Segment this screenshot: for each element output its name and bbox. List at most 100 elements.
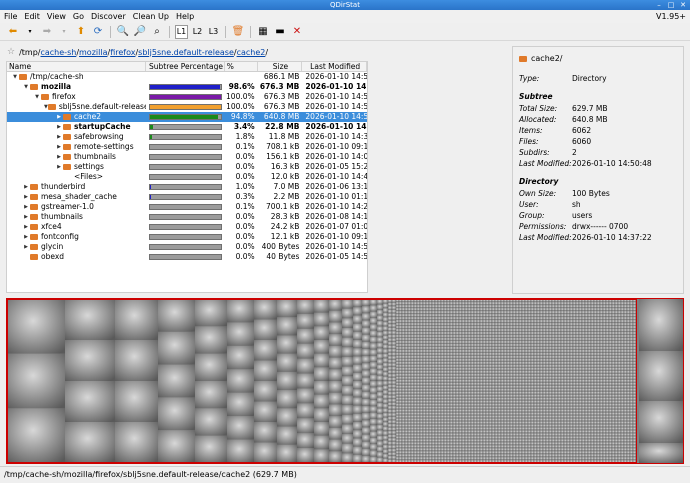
treemap-tile[interactable] <box>474 325 477 329</box>
treemap-tile[interactable] <box>483 301 486 305</box>
treemap-tile[interactable] <box>615 310 618 314</box>
treemap-tile[interactable] <box>435 418 438 422</box>
treemap-tile[interactable] <box>555 400 558 404</box>
treemap-tile[interactable] <box>594 394 597 398</box>
treemap-tile[interactable] <box>630 427 633 431</box>
treemap-tile[interactable] <box>489 337 492 341</box>
treemap-tile[interactable] <box>552 346 555 350</box>
treemap-tile[interactable] <box>519 328 522 332</box>
treemap-tile[interactable] <box>441 409 444 413</box>
tree-row[interactable]: ▶ mesa_shader_cache 0.3% 2.2 MB 2026-01-10 0… <box>7 192 367 202</box>
treemap-tile[interactable] <box>507 415 510 419</box>
treemap-tile[interactable] <box>465 418 468 422</box>
treemap-tile[interactable] <box>579 382 582 386</box>
treemap-tile[interactable] <box>624 337 627 341</box>
treemap-tile[interactable] <box>561 418 564 422</box>
treemap-tile[interactable] <box>609 379 612 383</box>
treemap-tile[interactable] <box>423 349 426 353</box>
treemap-tile[interactable] <box>591 307 594 311</box>
treemap-tile[interactable] <box>486 307 489 311</box>
treemap-tile[interactable] <box>489 355 492 359</box>
treemap-tile[interactable] <box>591 427 594 431</box>
treemap-tile[interactable] <box>633 325 636 329</box>
treemap-tile[interactable] <box>513 439 516 443</box>
treemap-tile[interactable] <box>513 376 516 380</box>
treemap-tile[interactable] <box>591 340 594 344</box>
treemap-tile[interactable] <box>453 382 456 386</box>
treemap-tile[interactable] <box>612 451 615 455</box>
treemap-tile[interactable] <box>624 379 627 383</box>
treemap-tile[interactable] <box>540 307 543 311</box>
treemap-tile[interactable] <box>516 346 519 350</box>
treemap-tile[interactable] <box>582 304 585 308</box>
treemap-tile[interactable] <box>474 457 477 461</box>
treemap-tile[interactable] <box>447 394 450 398</box>
treemap-tile[interactable] <box>474 331 477 335</box>
treemap-tile[interactable] <box>392 398 396 403</box>
treemap-tile[interactable] <box>411 394 414 398</box>
treemap-tile[interactable] <box>392 388 396 392</box>
treemap-tile[interactable] <box>342 453 353 463</box>
treemap-tile[interactable] <box>576 451 579 455</box>
treemap-tile[interactable] <box>552 310 555 314</box>
treemap-tile[interactable] <box>624 310 627 314</box>
expand-arrow-icon[interactable]: ▶ <box>55 142 63 152</box>
treemap-tile[interactable] <box>594 403 597 407</box>
treemap-tile[interactable] <box>450 340 453 344</box>
treemap-tile[interactable] <box>612 436 615 440</box>
treemap-tile[interactable] <box>546 439 549 443</box>
treemap-tile[interactable] <box>388 327 392 332</box>
treemap-tile[interactable] <box>405 445 408 449</box>
treemap-tile[interactable] <box>513 313 516 317</box>
treemap-tile[interactable] <box>594 421 597 425</box>
treemap-tile[interactable] <box>468 334 471 338</box>
treemap-tile[interactable] <box>447 316 450 320</box>
treemap-tile[interactable] <box>615 388 618 392</box>
breadcrumb-firefox[interactable]: firefox <box>110 48 135 57</box>
treemap-tile[interactable] <box>501 373 504 377</box>
treemap-tile[interactable] <box>627 412 630 416</box>
treemap-tile[interactable] <box>408 448 411 452</box>
treemap-tile[interactable] <box>353 381 362 390</box>
treemap-tile[interactable] <box>624 397 627 401</box>
treemap-tile[interactable] <box>370 330 377 337</box>
treemap-tile[interactable] <box>570 304 573 308</box>
treemap-tile[interactable] <box>408 445 411 449</box>
treemap-tile[interactable] <box>480 346 483 350</box>
treemap-tile[interactable] <box>522 379 525 383</box>
treemap-tile[interactable] <box>420 400 423 404</box>
treemap-tile[interactable] <box>513 340 516 344</box>
treemap-tile[interactable] <box>501 412 504 416</box>
treemap-tile[interactable] <box>510 385 513 389</box>
treemap-tile[interactable] <box>158 397 195 431</box>
delete-icon[interactable]: ✕ <box>290 25 304 39</box>
treemap-tile[interactable] <box>447 361 450 365</box>
treemap-tile[interactable] <box>555 325 558 329</box>
treemap-tile[interactable] <box>462 373 465 377</box>
treemap-tile[interactable] <box>609 421 612 425</box>
treemap-tile[interactable] <box>603 388 606 392</box>
treemap-tile[interactable] <box>453 364 456 368</box>
treemap-tile[interactable] <box>438 304 441 308</box>
treemap-tile[interactable] <box>438 373 441 377</box>
treemap-tile[interactable] <box>314 408 329 422</box>
treemap-tile[interactable] <box>546 430 549 434</box>
treemap-tile[interactable] <box>480 316 483 320</box>
treemap-tile[interactable] <box>537 439 540 443</box>
treemap-tile[interactable] <box>504 412 507 416</box>
treemap-tile[interactable] <box>627 403 630 407</box>
treemap-tile[interactable] <box>555 367 558 371</box>
treemap-tile[interactable] <box>516 382 519 386</box>
treemap-tile[interactable] <box>528 322 531 326</box>
treemap-tile[interactable] <box>480 394 483 398</box>
treemap-tile[interactable] <box>408 379 411 383</box>
treemap-tile[interactable] <box>483 430 486 434</box>
treemap-tile[interactable] <box>405 316 408 320</box>
treemap-tile[interactable] <box>627 370 630 374</box>
treemap-tile[interactable] <box>540 340 543 344</box>
treemap-tile[interactable] <box>370 311 377 318</box>
treemap-tile[interactable] <box>633 403 636 407</box>
treemap-tile[interactable] <box>450 391 453 395</box>
treemap-tile[interactable] <box>465 358 468 362</box>
treemap-tile[interactable] <box>630 310 633 314</box>
